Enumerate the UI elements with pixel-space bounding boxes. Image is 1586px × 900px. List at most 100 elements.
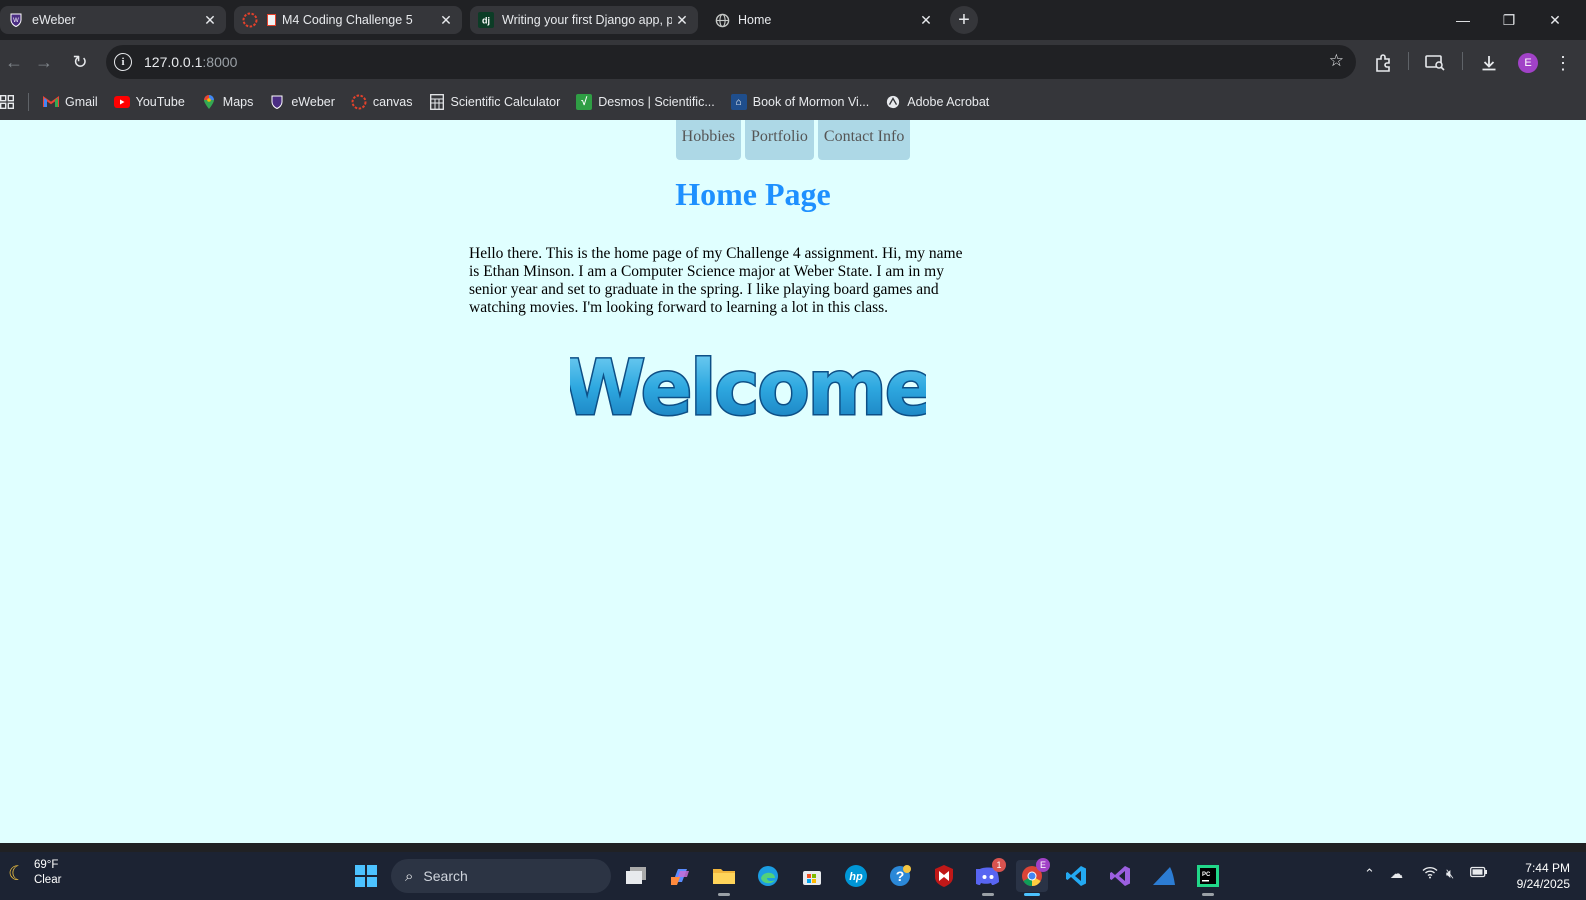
browser-toolbar: ← → ↻ i 127.0.0.1:8000 ☆ xyxy=(0,40,1586,84)
address-bar[interactable]: i 127.0.0.1:8000 ☆ xyxy=(106,45,1356,79)
bookmark-label: Gmail xyxy=(65,95,98,109)
url-text[interactable]: 127.0.0.1:8000 xyxy=(144,54,237,70)
url-host: 127.0.0.1 xyxy=(144,54,203,70)
site-nav: Hobbies Portfolio Contact Info xyxy=(0,120,1586,160)
bookmark-gmail[interactable]: Gmail xyxy=(43,94,98,110)
windows-start-icon[interactable] xyxy=(350,860,382,892)
copilot-icon[interactable] xyxy=(664,860,696,892)
nav-contact-info-link[interactable]: Contact Info xyxy=(817,120,911,160)
clock-date: 9/24/2025 xyxy=(1516,877,1570,891)
site-info-icon[interactable]: i xyxy=(114,53,132,71)
chrome-profile-badge: E xyxy=(1036,858,1050,872)
reload-icon[interactable]: ↻ xyxy=(66,48,94,76)
microsoft-store-icon[interactable] xyxy=(796,860,828,892)
book-icon: ⌂ xyxy=(730,94,747,110)
hp-icon[interactable]: hp xyxy=(840,860,872,892)
discord-icon[interactable]: 1 xyxy=(972,858,1006,896)
django-icon: dj xyxy=(478,12,494,28)
welcome-image: Welcome xyxy=(570,348,926,428)
pycharm-icon[interactable]: PC xyxy=(1192,860,1224,896)
tab-title: M4 Coding Challenge 5 xyxy=(282,13,413,27)
bookmark-eweber[interactable]: eWeber xyxy=(269,94,335,110)
tab-title: Writing your first Django app, p xyxy=(502,13,672,27)
chrome-icon[interactable]: E xyxy=(1016,858,1050,896)
cast-search-icon[interactable] xyxy=(1424,52,1446,74)
minimize-icon[interactable]: — xyxy=(1440,0,1486,40)
task-view-icon[interactable] xyxy=(620,860,652,892)
vscode-icon[interactable] xyxy=(1060,860,1092,892)
eweber-shield-icon: W xyxy=(8,12,24,28)
visual-studio-icon[interactable] xyxy=(1104,860,1136,892)
close-icon[interactable]: ✕ xyxy=(436,10,456,30)
tab-strip: W eWeber ✕ M4 Coding Challenge 5 ✕ dj Wr… xyxy=(0,0,1586,40)
close-icon[interactable]: ✕ xyxy=(672,10,692,30)
tab-m4-coding-challenge[interactable]: M4 Coding Challenge 5 ✕ xyxy=(234,6,462,34)
new-tab-button[interactable]: + xyxy=(950,6,978,34)
bookmark-scientific-calculator[interactable]: Scientific Calculator xyxy=(429,94,560,110)
extensions-puzzle-icon[interactable] xyxy=(1372,52,1394,74)
tab-django-tutorial[interactable]: dj Writing your first Django app, p ✕ xyxy=(470,6,698,34)
bookmark-book-of-mormon[interactable]: ⌂ Book of Mormon Vi... xyxy=(730,94,870,110)
bookmark-star-icon[interactable]: ☆ xyxy=(1329,51,1344,71)
clock-time: 7:44 PM xyxy=(1525,861,1570,875)
wing-ide-icon[interactable] xyxy=(1148,860,1180,892)
tab-home[interactable]: Home ✕ xyxy=(706,6,942,34)
tab-eweber[interactable]: W eWeber ✕ xyxy=(0,6,226,34)
bookmark-label: Maps xyxy=(222,95,254,109)
maps-icon xyxy=(201,94,217,110)
window-close-icon[interactable]: ✕ xyxy=(1532,0,1578,40)
url-port: :8000 xyxy=(202,54,238,70)
youtube-icon xyxy=(113,94,130,110)
gmail-icon xyxy=(43,94,59,110)
canvas-icon xyxy=(351,94,367,110)
moon-icon: ☾ xyxy=(8,862,26,885)
web-page: Hobbies Portfolio Contact Info Home Page… xyxy=(0,120,1586,843)
battery-icon[interactable] xyxy=(1470,866,1488,881)
close-icon[interactable]: ✕ xyxy=(200,10,220,30)
page-title: Home Page xyxy=(675,176,831,212)
acrobat-icon xyxy=(885,94,901,110)
bookmark-label: Desmos | Scientific... xyxy=(598,95,715,109)
back-arrow-icon[interactable]: ← xyxy=(0,48,28,76)
forward-arrow-icon[interactable]: → xyxy=(30,48,58,76)
mcafee-icon[interactable] xyxy=(928,860,960,892)
edge-icon[interactable] xyxy=(752,860,784,892)
speaker-muted-icon[interactable]: 🔇︎ xyxy=(1446,866,1454,882)
discord-notification-badge: 1 xyxy=(992,858,1006,872)
bookmark-desmos[interactable]: √ Desmos | Scientific... xyxy=(576,94,715,110)
bookmark-youtube[interactable]: YouTube xyxy=(113,94,185,110)
bookmark-canvas[interactable]: canvas xyxy=(351,94,413,110)
download-icon[interactable] xyxy=(1478,52,1500,74)
bookmark-label: canvas xyxy=(372,95,413,109)
menu-kebab-icon[interactable]: ⋮ xyxy=(1552,52,1574,74)
bookmark-maps[interactable]: Maps xyxy=(201,94,254,110)
weather-temp: 69°F xyxy=(33,859,59,871)
system-clock[interactable]: 7:44 PM 9/24/2025 xyxy=(1506,860,1570,892)
svg-text:hp: hp xyxy=(849,871,863,883)
search-label: Search xyxy=(423,868,468,884)
weather-desc: Clear xyxy=(33,874,62,886)
chevron-up-icon[interactable]: ⌃ xyxy=(1364,866,1375,882)
canvas-icon xyxy=(242,12,258,28)
intro-paragraph: Hello there. This is the home page of my… xyxy=(469,245,963,316)
bookmark-adobe-acrobat[interactable]: Adobe Acrobat xyxy=(885,94,989,110)
weather-widget[interactable]: ☾ 69°F Clear xyxy=(8,858,61,888)
file-explorer-icon[interactable] xyxy=(708,860,740,896)
wifi-icon[interactable] xyxy=(1422,866,1438,882)
nav-portfolio-link[interactable]: Portfolio xyxy=(745,120,814,160)
profile-avatar[interactable]: E xyxy=(1518,53,1538,73)
apps-grid-icon[interactable] xyxy=(0,95,14,109)
help-icon[interactable]: ? xyxy=(884,860,916,892)
close-icon[interactable]: ✕ xyxy=(916,10,936,30)
restore-icon[interactable]: ❐ xyxy=(1486,0,1532,40)
toolbar-divider xyxy=(1408,52,1409,70)
onedrive-icon[interactable]: ☁ xyxy=(1390,866,1403,882)
bookmarks-divider xyxy=(28,93,29,111)
bookmark-label: Book of Mormon Vi... xyxy=(752,95,870,109)
tab-title: eWeber xyxy=(32,13,76,27)
bookmark-label: YouTube xyxy=(135,95,185,109)
taskbar-search[interactable]: ⌕ Search xyxy=(391,859,611,893)
bookmarks-bar: Gmail YouTube Maps eWeber canvas Scienti… xyxy=(0,84,1586,120)
tab-title: Home xyxy=(738,13,772,27)
nav-hobbies-link[interactable]: Hobbies xyxy=(675,120,741,160)
